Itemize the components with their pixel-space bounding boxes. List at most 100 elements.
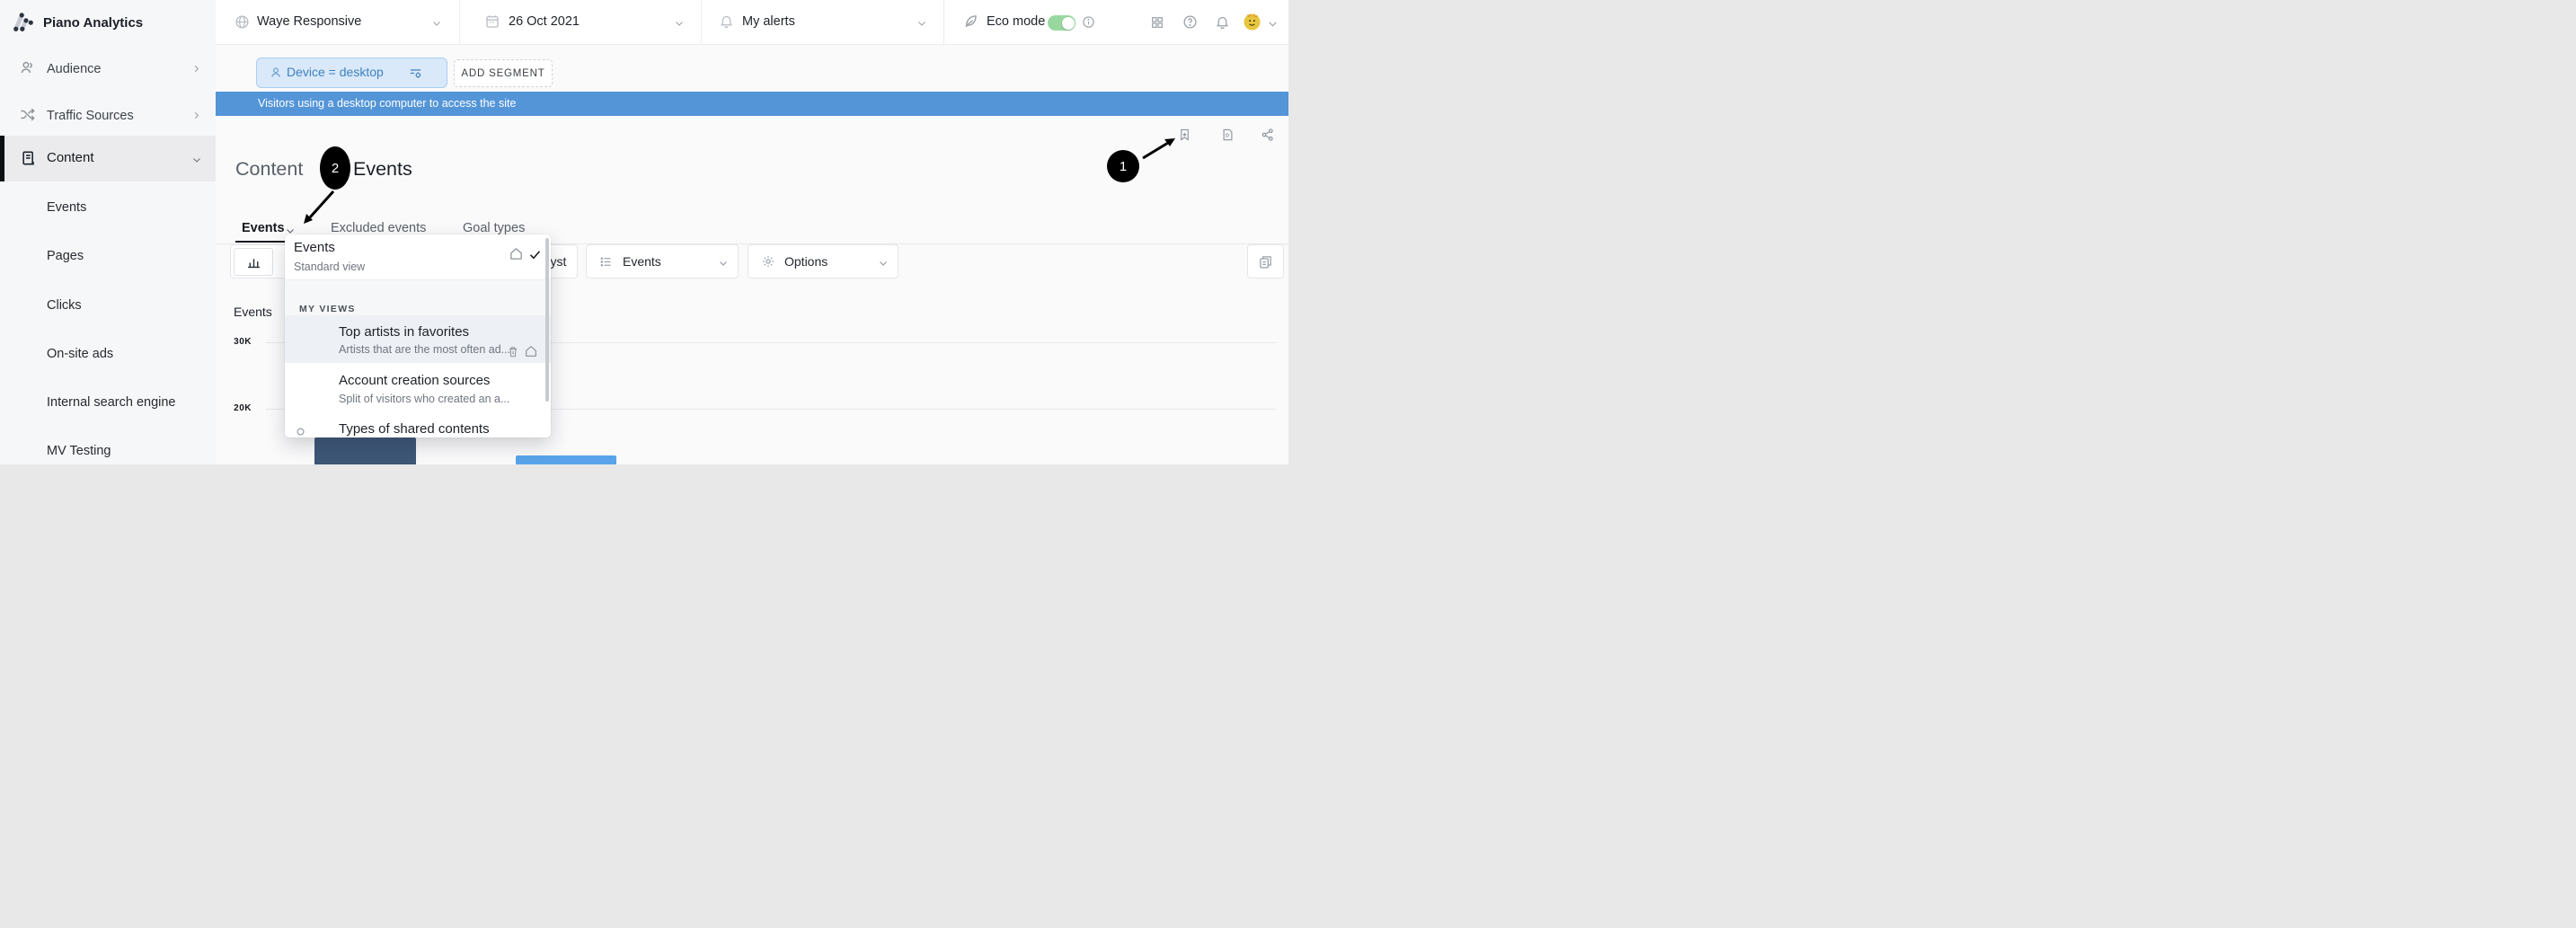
breadcrumb-section: Content bbox=[235, 158, 303, 181]
chevron-down-icon bbox=[718, 258, 729, 269]
segment-description-banner: Visitors using a desktop computer to acc… bbox=[216, 92, 1288, 116]
options-select-value: Options bbox=[784, 254, 828, 269]
y-tick-30k: 30K bbox=[223, 337, 252, 347]
globe-icon bbox=[235, 14, 250, 30]
user-avatar[interactable] bbox=[1244, 13, 1261, 31]
piano-analytics-app: Piano Analytics Audience Traff bbox=[0, 0, 1288, 464]
sidebar-item-content[interactable]: Content bbox=[0, 136, 216, 181]
eco-leaf-icon bbox=[962, 13, 979, 30]
sidebar-item-label: Audience bbox=[47, 62, 101, 76]
view-title: Top artists in favorites bbox=[339, 324, 469, 340]
chevron-down-icon bbox=[191, 155, 202, 165]
date-picker[interactable]: 26 Oct 2021 bbox=[509, 14, 580, 29]
view-title: Account creation sources bbox=[339, 373, 490, 388]
my-views-label: MY VIEWS bbox=[299, 304, 356, 314]
copy-table-button[interactable] bbox=[1247, 244, 1284, 278]
view-subtitle: Split of visitors who created an a... bbox=[339, 393, 509, 405]
notifications-bell-icon[interactable] bbox=[1215, 14, 1230, 30]
sidebar-item-label: Traffic Sources bbox=[47, 109, 134, 123]
view-marker-circle-icon bbox=[297, 428, 305, 436]
views-dropdown-panel: Events Standard view MY VIEWS Top artist… bbox=[285, 234, 551, 437]
segment-chip-device-desktop[interactable]: Device = desktop bbox=[256, 57, 447, 88]
view-subtitle: Artists that are the most often ad... bbox=[339, 343, 510, 356]
my-views-section: MY VIEWS bbox=[285, 279, 551, 315]
sidebar-item-label: Content bbox=[47, 150, 94, 165]
topbar: Waye Responsive 26 Oct 2021 My alerts bbox=[216, 0, 1288, 45]
help-icon[interactable] bbox=[1182, 14, 1198, 30]
calendar-icon bbox=[484, 13, 500, 30]
view-item-standard[interactable]: Events Standard view bbox=[285, 234, 551, 279]
chevron-down-icon[interactable] bbox=[1267, 18, 1279, 30]
site-picker[interactable]: Waye Responsive bbox=[257, 14, 361, 29]
delete-view-trash-icon[interactable] bbox=[507, 345, 519, 358]
options-select[interactable]: Options bbox=[748, 244, 899, 278]
info-icon[interactable] bbox=[1082, 15, 1095, 29]
toggle-knob bbox=[1062, 17, 1075, 30]
banner-text: Visitors using a desktop computer to acc… bbox=[258, 97, 516, 110]
y-tick-20k: 20K bbox=[223, 403, 252, 413]
app-title: Piano Analytics bbox=[43, 15, 143, 31]
sidebar-subitem-events[interactable]: Events bbox=[47, 200, 86, 215]
audience-icon bbox=[19, 59, 36, 76]
save-bookmark-icon[interactable] bbox=[1178, 128, 1191, 142]
view-item-shared-contents[interactable]: Types of shared contents bbox=[285, 411, 551, 437]
tab-events[interactable]: Events bbox=[242, 221, 285, 235]
chevron-down-icon[interactable] bbox=[916, 18, 927, 29]
chevron-down-icon[interactable] bbox=[674, 18, 685, 29]
content-document-icon bbox=[20, 149, 38, 167]
segment-settings-icon[interactable] bbox=[408, 66, 423, 81]
list-icon bbox=[599, 255, 613, 269]
my-alerts-picker[interactable]: My alerts bbox=[742, 14, 795, 29]
view-item-account-creation[interactable]: Account creation sources Split of visito… bbox=[285, 363, 551, 411]
chart-title: Events bbox=[234, 305, 272, 319]
tab-excluded-events[interactable]: Excluded events bbox=[331, 221, 426, 235]
segment-chip-label: Device = desktop bbox=[287, 65, 384, 79]
topbar-divider bbox=[459, 0, 460, 44]
bar-series-dark[interactable] bbox=[314, 437, 416, 464]
tab-goal-types[interactable]: Goal types bbox=[463, 221, 525, 235]
view-title: Types of shared contents bbox=[339, 421, 490, 437]
annotation-number: 1 bbox=[1120, 159, 1127, 174]
alerts-bell-icon bbox=[719, 13, 734, 29]
annotation-number: 2 bbox=[332, 161, 339, 176]
piano-logo-icon bbox=[12, 10, 35, 33]
set-default-home-icon[interactable] bbox=[524, 344, 538, 358]
sidebar-subitem-mv-testing[interactable]: MV Testing bbox=[47, 444, 111, 458]
eco-mode-label: Eco mode bbox=[987, 14, 1045, 29]
dropdown-scrollbar[interactable] bbox=[545, 238, 549, 402]
shuffle-icon bbox=[19, 106, 36, 123]
chart-view-button[interactable] bbox=[234, 248, 273, 276]
topbar-divider bbox=[701, 0, 702, 44]
breakdown-select-value: Events bbox=[623, 254, 661, 269]
view-item-top-artists[interactable]: Top artists in favorites Artists that ar… bbox=[285, 315, 551, 363]
sidebar-item-audience[interactable]: Audience bbox=[0, 57, 216, 84]
sidebar-subitem-onsite-ads[interactable]: On-site ads bbox=[47, 347, 113, 361]
svg-text:D: D bbox=[1226, 134, 1229, 139]
chevron-right-icon bbox=[191, 64, 201, 74]
chevron-down-icon bbox=[878, 258, 889, 269]
sidebar-subitem-internal-search[interactable]: Internal search engine bbox=[47, 395, 176, 410]
topbar-divider bbox=[943, 0, 944, 44]
page-title: Events bbox=[353, 158, 412, 181]
view-subtitle: Standard view bbox=[294, 261, 365, 273]
export-document-icon[interactable]: D bbox=[1221, 128, 1235, 142]
annotation-step-1: 1 bbox=[1107, 150, 1139, 182]
sidebar-item-traffic-sources[interactable]: Traffic Sources bbox=[0, 102, 216, 129]
annotation-step-2: 2 bbox=[320, 146, 350, 190]
share-icon[interactable] bbox=[1261, 128, 1275, 142]
eco-mode-toggle[interactable] bbox=[1048, 15, 1076, 31]
check-icon bbox=[528, 248, 542, 261]
bar-series-light[interactable] bbox=[516, 455, 616, 464]
sidebar-subitem-clicks[interactable]: Clicks bbox=[47, 298, 82, 313]
chevron-down-icon[interactable] bbox=[431, 18, 442, 29]
copy-icon bbox=[1258, 254, 1273, 270]
active-section-indicator bbox=[0, 136, 4, 181]
add-segment-button[interactable]: ADD SEGMENT bbox=[454, 59, 553, 87]
sidebar-subitem-pages[interactable]: Pages bbox=[47, 249, 84, 263]
apps-grid-icon[interactable] bbox=[1150, 15, 1164, 30]
gear-icon bbox=[761, 254, 775, 269]
home-icon[interactable] bbox=[509, 246, 524, 261]
sidebar: Piano Analytics Audience Traff bbox=[0, 0, 216, 464]
breakdown-select[interactable]: Events bbox=[586, 244, 739, 278]
view-title: Events bbox=[294, 240, 335, 255]
